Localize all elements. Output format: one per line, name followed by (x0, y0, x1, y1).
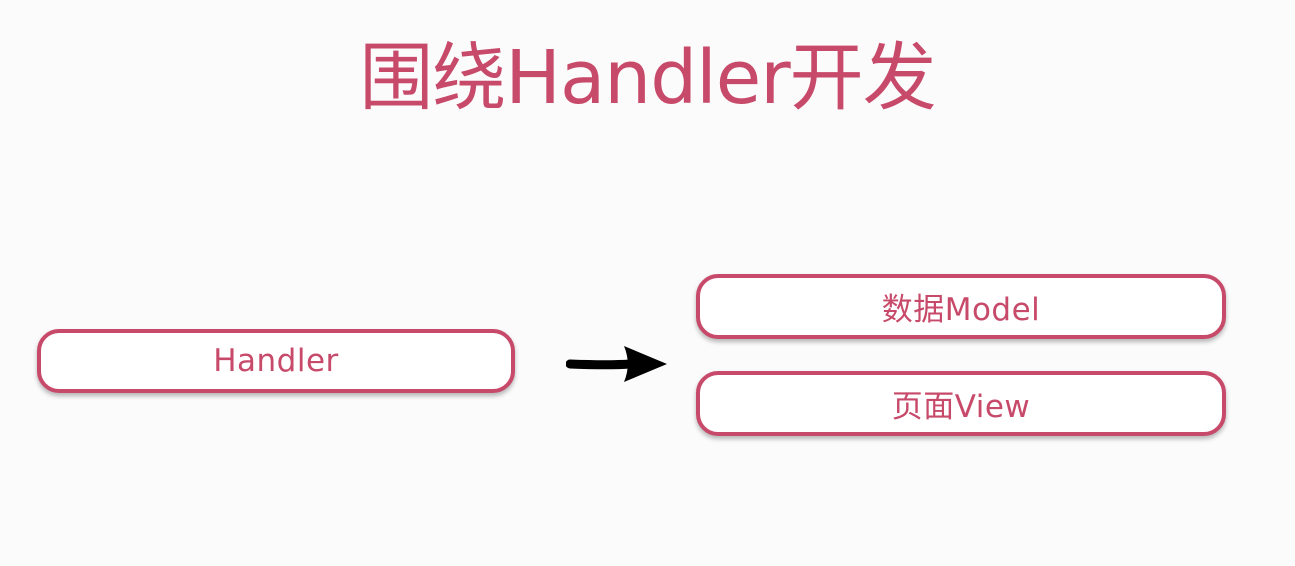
handler-box-label: Handler (213, 343, 339, 379)
view-box-label: 页面View (891, 389, 1031, 425)
slide: 围绕Handler开发 Handler 数据Model 页面View (0, 0, 1295, 566)
handler-box: Handler (37, 329, 515, 393)
slide-title: 围绕Handler开发 (359, 35, 936, 121)
right-arrow-icon (566, 346, 667, 382)
model-box-label: 数据Model (881, 292, 1041, 328)
model-box: 数据Model (696, 274, 1226, 339)
view-box: 页面View (696, 371, 1226, 436)
